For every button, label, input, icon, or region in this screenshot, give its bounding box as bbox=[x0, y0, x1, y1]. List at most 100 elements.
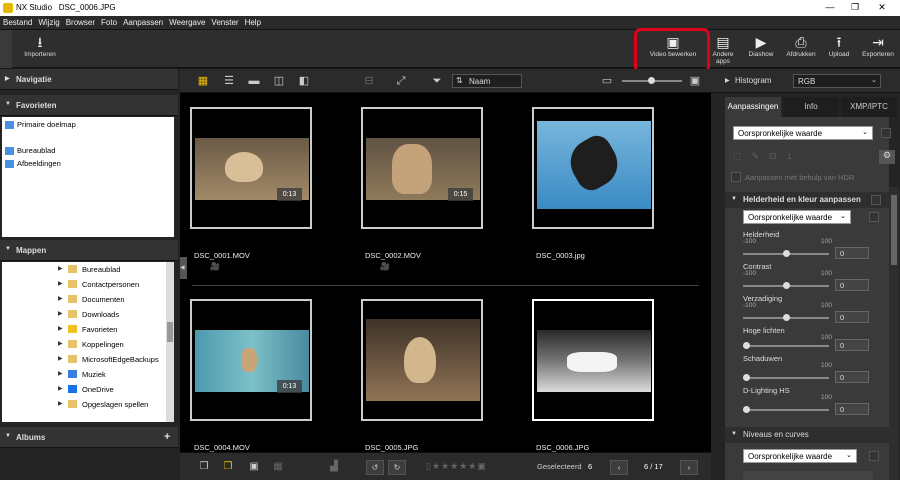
navigation-header[interactable]: ▶ Navigatie bbox=[0, 69, 178, 90]
slideshow-icon: ▶ bbox=[755, 34, 767, 50]
hdr-checkbox[interactable] bbox=[731, 172, 741, 182]
next-page-button[interactable]: › bbox=[680, 460, 698, 475]
gear-icon[interactable]: ⚙ bbox=[879, 150, 895, 164]
rotate-left-button[interactable]: ↺ bbox=[366, 460, 384, 475]
highlight-annotation bbox=[634, 28, 710, 74]
tab-info[interactable]: Info bbox=[783, 97, 839, 117]
highlights-value[interactable]: 0 bbox=[835, 339, 869, 351]
folders-header[interactable]: ▼ Mappen bbox=[0, 240, 178, 261]
list-view-icon[interactable]: ☰ bbox=[222, 74, 236, 88]
grid-icon[interactable]: ▦ bbox=[270, 459, 286, 475]
menu-browser[interactable]: Browser bbox=[63, 16, 98, 30]
folder-item[interactable]: ▶ Documenten bbox=[2, 292, 174, 307]
histogram-mode-dropdown[interactable]: RGB ⌄ bbox=[793, 74, 881, 88]
single-view-icon[interactable]: ▬ bbox=[247, 74, 261, 88]
rotate-right-button[interactable]: ↻ bbox=[388, 460, 406, 475]
saturation-slider[interactable] bbox=[743, 314, 829, 321]
section1-checkbox[interactable] bbox=[871, 195, 881, 205]
slideshow-button[interactable]: ▶ Diashow bbox=[744, 34, 778, 58]
folder-item[interactable]: ▶ Opgeslagen spellen bbox=[2, 397, 174, 412]
menu-foto[interactable]: Foto bbox=[98, 16, 120, 30]
expand-icon[interactable]: ▶ bbox=[725, 77, 730, 84]
section-levels-header[interactable]: ▼ Niveaus en curves bbox=[725, 427, 889, 443]
brightness-slider[interactable] bbox=[743, 250, 829, 257]
dlighting-value[interactable]: 0 bbox=[835, 403, 869, 415]
section2-preset-dropdown[interactable]: Oorspronkelijke waarde ⌄ bbox=[743, 449, 857, 463]
folder-item[interactable]: ▶ OneDrive bbox=[2, 382, 174, 397]
folder-icon bbox=[68, 295, 77, 303]
print-button[interactable]: ⎙ Afdrukken bbox=[782, 34, 820, 58]
thumbnail-4[interactable]: 0:13 bbox=[190, 299, 312, 421]
folder-scrollbar[interactable] bbox=[166, 262, 174, 422]
contrast-value[interactable]: 0 bbox=[835, 279, 869, 291]
highlights-slider[interactable] bbox=[743, 342, 829, 349]
section-brightness-header[interactable]: ▼ Helderheid en kleur aanpassen bbox=[725, 192, 889, 208]
frame-icon[interactable]: ▣ bbox=[246, 459, 262, 475]
slider-min: -100 bbox=[743, 302, 757, 309]
filter-icon[interactable]: ⏷ bbox=[430, 74, 444, 88]
close-icon[interactable]: ✕ bbox=[872, 2, 892, 14]
albums-header[interactable]: ▼ Albums + bbox=[0, 427, 178, 448]
thumbnail-3[interactable] bbox=[532, 107, 654, 229]
thumbnail-6[interactable] bbox=[532, 299, 654, 421]
menu-help[interactable]: Help bbox=[242, 16, 264, 30]
add-album-icon[interactable]: + bbox=[164, 431, 170, 443]
menu-weergave[interactable]: Weergave bbox=[166, 16, 208, 30]
toolbar-collapse[interactable] bbox=[0, 30, 12, 68]
thumbnail-2[interactable]: 0:15 bbox=[361, 107, 483, 229]
thumbnail-1[interactable]: 0:13 bbox=[190, 107, 312, 229]
fav-item[interactable]: Primaire doelmap bbox=[2, 118, 174, 131]
thumb-size-slider[interactable] bbox=[622, 77, 682, 84]
menu-venster[interactable]: Venster bbox=[208, 16, 241, 30]
shadows-slider[interactable] bbox=[743, 374, 829, 381]
menu-bestand[interactable]: Bestand bbox=[0, 16, 35, 30]
brightness-value[interactable]: 0 bbox=[835, 247, 869, 259]
thumbnail-5[interactable] bbox=[361, 299, 483, 421]
fit-icon[interactable]: ⤢ bbox=[394, 74, 408, 88]
collapse-icon: ▼ bbox=[5, 101, 11, 107]
grid-view-icon[interactable]: ▦ bbox=[196, 74, 210, 88]
compare2-view-icon[interactable]: ◧ bbox=[297, 74, 311, 88]
thumb-large-icon[interactable]: ▣ bbox=[688, 74, 702, 88]
tab-adjustments[interactable]: Aanpassingen bbox=[725, 97, 781, 117]
fav-item[interactable]: Bureaublad bbox=[2, 144, 174, 157]
folder-item[interactable]: ▶ Muziek bbox=[2, 367, 174, 382]
contrast-slider[interactable] bbox=[743, 282, 829, 289]
menu-wijzig[interactable]: Wijzig bbox=[35, 16, 62, 30]
section1-preset-checkbox[interactable] bbox=[869, 212, 879, 222]
sort-dropdown[interactable]: ⇅ Naam bbox=[452, 74, 522, 88]
tab-xmp-iptc[interactable]: XMP/IPTC bbox=[841, 97, 897, 117]
right-scrollbar[interactable] bbox=[889, 187, 899, 480]
dlighting-slider[interactable] bbox=[743, 406, 829, 413]
folder-item[interactable]: ▶ Downloads bbox=[2, 307, 174, 322]
upload-button[interactable]: ⭱ Upload bbox=[822, 34, 856, 58]
collapse-left-icon[interactable]: ◀ bbox=[180, 257, 187, 279]
minimize-icon[interactable]: — bbox=[820, 2, 840, 14]
stack-icon[interactable]: ❐ bbox=[196, 459, 212, 475]
shadows-value[interactable]: 0 bbox=[835, 371, 869, 383]
rating-stars[interactable]: ▯★★★★★▣ bbox=[426, 461, 516, 473]
stack-selected-icon[interactable]: ❐ bbox=[220, 459, 236, 475]
fav-item[interactable]: Afbeeldingen bbox=[2, 157, 174, 170]
folder-item[interactable]: ▶ Favorieten bbox=[2, 322, 174, 337]
preset-dropdown[interactable]: Oorspronkelijke waarde ⌄ bbox=[733, 126, 873, 140]
histogram-icon[interactable]: ▟ bbox=[326, 459, 342, 475]
export-button[interactable]: ⇥ Exporteren bbox=[858, 34, 898, 58]
section1-preset-dropdown[interactable]: Oorspronkelijke waarde ⌄ bbox=[743, 210, 851, 224]
split-icon[interactable]: ⊟ bbox=[362, 74, 376, 88]
restore-icon[interactable]: ❐ bbox=[845, 2, 865, 14]
thumb-size-icon[interactable]: ▭ bbox=[600, 74, 614, 88]
compare-view-icon[interactable]: ◫ bbox=[272, 74, 286, 88]
favorites-header[interactable]: ▼ Favorieten bbox=[0, 95, 178, 116]
import-button[interactable]: ⭳ Importeren bbox=[20, 34, 60, 58]
folder-item[interactable]: ▶ Koppelingen bbox=[2, 337, 174, 352]
folder-item[interactable]: ▶ Contactpersonen bbox=[2, 277, 174, 292]
other-apps-button[interactable]: ▤ Andere apps bbox=[706, 34, 740, 65]
section2-preset-checkbox[interactable] bbox=[869, 451, 879, 461]
folder-item[interactable]: ▶ Bureaublad bbox=[2, 262, 174, 277]
prev-page-button[interactable]: ‹ bbox=[610, 460, 628, 475]
folder-item[interactable]: ▶ MicrosoftEdgeBackups bbox=[2, 352, 174, 367]
saturation-value[interactable]: 0 bbox=[835, 311, 869, 323]
menu-aanpassen[interactable]: Aanpassen bbox=[120, 16, 166, 30]
preset-checkbox[interactable] bbox=[881, 128, 891, 138]
